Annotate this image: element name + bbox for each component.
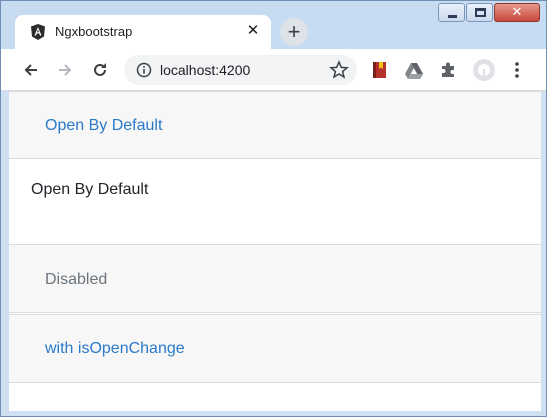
minimize-button[interactable] xyxy=(438,3,465,22)
profile-avatar-icon[interactable] xyxy=(472,58,496,82)
back-button[interactable] xyxy=(18,57,44,83)
info-icon[interactable] xyxy=(136,62,152,78)
accordion-heading-open-by-default[interactable]: Open By Default xyxy=(9,91,541,159)
reload-icon xyxy=(94,63,106,76)
back-arrow-icon xyxy=(24,64,37,76)
maximize-button[interactable] xyxy=(466,3,493,22)
bookmark-extension-icon[interactable] xyxy=(370,60,390,80)
new-tab-button[interactable]: + xyxy=(280,18,308,46)
close-window-button[interactable]: ✕ xyxy=(494,3,540,22)
browser-tab[interactable]: Ngxbootstrap ✕ xyxy=(15,15,271,49)
forward-button[interactable] xyxy=(52,57,78,83)
reload-button[interactable] xyxy=(87,57,113,83)
page-content: Open By Default Open By Default Disabled… xyxy=(9,91,541,411)
accordion-body-text: Open By Default xyxy=(31,181,149,198)
angular-favicon-icon xyxy=(30,24,46,40)
minimize-icon xyxy=(448,15,457,18)
browser-window: Ngxbootstrap ✕ + ✕ localhost:4200 Open B… xyxy=(0,0,547,417)
drive-extension-icon[interactable] xyxy=(404,60,424,80)
close-icon: ✕ xyxy=(511,5,523,20)
accordion-toggle-is-open-change[interactable]: with isOpenChange xyxy=(45,340,185,358)
tab-title: Ngxbootstrap xyxy=(55,24,133,39)
url-text: localhost:4200 xyxy=(160,62,251,78)
maximize-icon xyxy=(475,8,486,17)
kebab-menu-icon[interactable] xyxy=(507,60,527,80)
forward-arrow-icon xyxy=(59,64,72,76)
window-controls: ✕ xyxy=(437,3,540,23)
accordion-toggle-disabled: Disabled xyxy=(45,271,108,288)
accordion-toggle-open-by-default[interactable]: Open By Default xyxy=(45,117,162,135)
title-bar: Ngxbootstrap ✕ + ✕ xyxy=(1,1,546,49)
accordion-heading-is-open-change[interactable]: with isOpenChange xyxy=(9,314,541,383)
accordion-body-open-by-default: Open By Default xyxy=(9,159,541,244)
star-icon[interactable] xyxy=(329,60,349,80)
puzzle-extensions-icon[interactable] xyxy=(438,60,458,80)
tab-close-icon[interactable]: ✕ xyxy=(243,21,263,41)
browser-toolbar: localhost:4200 xyxy=(1,49,546,91)
address-bar[interactable]: localhost:4200 xyxy=(124,55,357,85)
accordion-heading-disabled: Disabled xyxy=(9,244,541,313)
